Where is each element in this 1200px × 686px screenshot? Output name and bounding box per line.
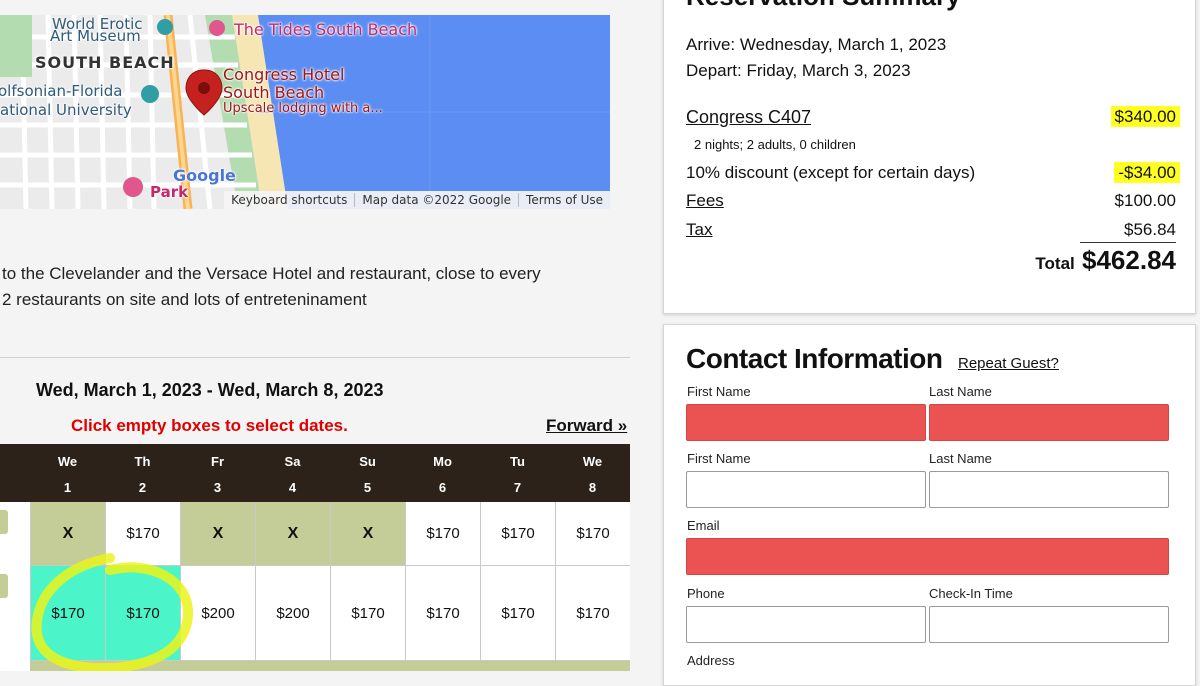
- depart-date: Depart: Friday, March 3, 2023: [686, 61, 911, 80]
- calendar-header: We 1 Th 2 Fr 3 Sa 4 Su 5 Mo 6 Tu 7 We 8: [0, 444, 630, 502]
- calendar-cell[interactable]: $170: [480, 566, 555, 661]
- day-header: Th 2: [134, 454, 151, 495]
- day-header: Mo 6: [433, 454, 452, 495]
- tax-value: $56.84: [1124, 220, 1176, 239]
- total-divider: [1080, 242, 1176, 243]
- description-divider: [0, 357, 630, 358]
- calendar-cell[interactable]: $170: [330, 566, 405, 661]
- calendar-hint: Click empty boxes to select dates.: [71, 416, 348, 435]
- room-detail: 2 nights; 2 adults, 0 children: [694, 137, 856, 152]
- checkin-time-label: Check-In Time: [929, 586, 1013, 601]
- calendar-cell[interactable]: $200: [255, 566, 330, 661]
- phone-input[interactable]: [686, 606, 926, 643]
- highlight-circle-annotation: [31, 553, 194, 671]
- contact-title: Contact Information: [686, 343, 943, 374]
- total: Total $462.84: [1035, 245, 1176, 276]
- address-label: Address: [687, 653, 735, 668]
- map-data-text: Map data ©2022 Google: [354, 193, 518, 207]
- discount-label: 10% discount (except for certain days): [686, 163, 976, 182]
- email-label: Email: [687, 518, 720, 533]
- map[interactable]: World Erotic Art Museum The Tides South …: [0, 15, 610, 209]
- email-input[interactable]: [686, 538, 1169, 575]
- map-label-congress-3: Upscale lodging with a...: [223, 101, 383, 116]
- fees-value: $100.00: [1114, 191, 1176, 210]
- first-name-label: First Name: [687, 384, 751, 399]
- contact-information-panel: Contact Information Repeat Guest? First …: [663, 324, 1196, 686]
- map-label-park: Park: [150, 183, 189, 201]
- map-footer: Keyboard shortcuts Map data ©2022 Google…: [224, 191, 610, 209]
- map-label-tides: The Tides South Beach: [234, 20, 418, 39]
- day-header: We 8: [582, 454, 603, 495]
- last-name-input-error[interactable]: [929, 404, 1169, 441]
- room-name-link[interactable]: Congress C407: [686, 107, 811, 128]
- day-header: Fr 3: [211, 454, 224, 495]
- room-row-tab[interactable]: [0, 510, 8, 534]
- phone-label: Phone: [687, 586, 725, 601]
- day-header: Su 5: [359, 454, 376, 495]
- arrive-date: Arrive: Wednesday, March 1, 2023: [686, 35, 947, 54]
- calendar-cell[interactable]: X: [255, 502, 330, 566]
- terms-of-use-link[interactable]: Terms of Use: [518, 193, 610, 207]
- map-label-congress-2: South Beach: [223, 83, 325, 102]
- calendar-cell[interactable]: $170: [555, 566, 630, 661]
- last-name-input[interactable]: [929, 471, 1169, 508]
- last-name-label-2: Last Name: [929, 451, 992, 466]
- keyboard-shortcuts-link[interactable]: Keyboard shortcuts: [224, 193, 354, 207]
- map-label-wolfsonian-2: ational University: [0, 101, 132, 119]
- calendar-cell[interactable]: X: [330, 502, 405, 566]
- total-label: Total: [1035, 254, 1075, 273]
- day-header: We 1: [57, 454, 78, 495]
- calendar-range-title: Wed, March 1, 2023 - Wed, March 8, 2023: [36, 380, 384, 400]
- calendar-cell[interactable]: $170: [405, 566, 480, 661]
- forward-link[interactable]: Forward »: [546, 416, 627, 436]
- map-label-wolfsonian-1: olfsonian-Florida: [0, 82, 123, 100]
- summary-title: Reservation Summary: [686, 0, 961, 12]
- room-price: $340.00: [1110, 106, 1180, 127]
- tax-link[interactable]: Tax: [686, 220, 712, 240]
- reservation-summary-panel: Reservation Summary Arrive: Wednesday, M…: [663, 0, 1196, 314]
- map-label-south-beach: SOUTH BEACH: [35, 53, 175, 72]
- calendar-cell[interactable]: $170: [480, 502, 555, 566]
- first-name-input[interactable]: [686, 471, 926, 508]
- day-header: Sa 4: [284, 454, 301, 495]
- day-header: Tu 7: [510, 454, 525, 495]
- repeat-guest-link[interactable]: Repeat Guest?: [958, 355, 1059, 372]
- first-name-input-error[interactable]: [686, 404, 926, 441]
- first-name-label-2: First Name: [687, 451, 751, 466]
- calendar-cell[interactable]: $170: [555, 502, 630, 566]
- last-name-label: Last Name: [929, 384, 992, 399]
- map-label-museum-2: Art Museum: [50, 27, 141, 45]
- calendar-cell[interactable]: $170: [405, 502, 480, 566]
- map-label-congress-1: Congress Hotel: [223, 65, 345, 84]
- total-value: $462.84: [1082, 245, 1176, 275]
- discount-value: -$34.00: [1114, 162, 1180, 183]
- fees-link[interactable]: Fees: [686, 191, 724, 211]
- description-line-2: 2 restaurants on site and lots of entret…: [2, 290, 367, 309]
- description-line-1: to the Clevelander and the Versace Hotel…: [2, 264, 541, 283]
- checkin-time-input[interactable]: [929, 606, 1169, 643]
